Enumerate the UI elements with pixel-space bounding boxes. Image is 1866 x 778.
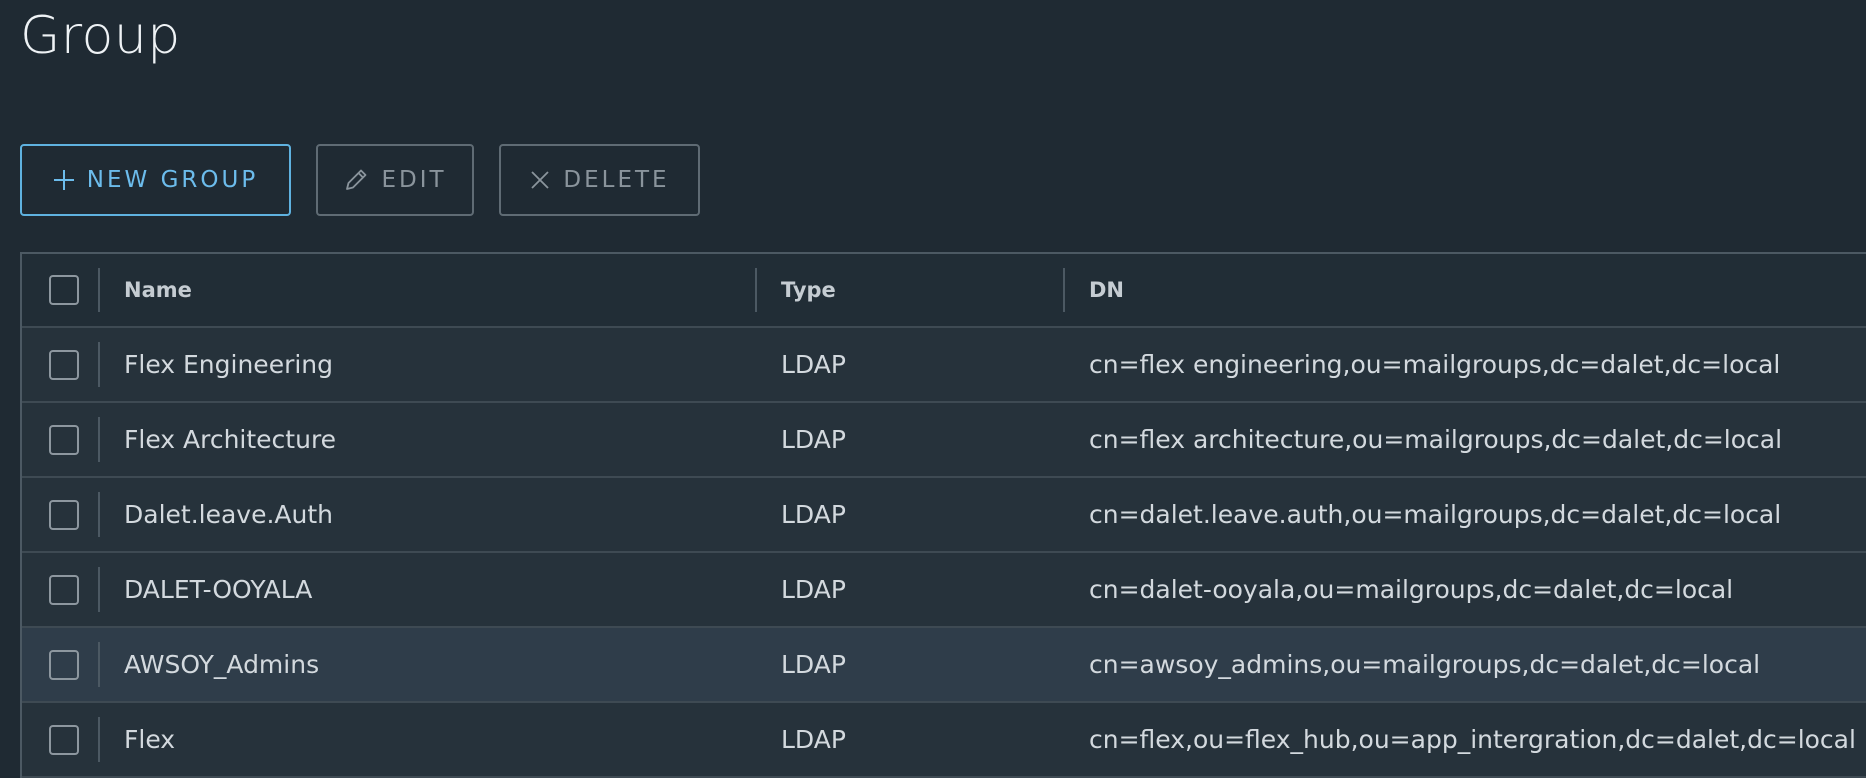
table-row[interactable]: Dalet.leave.Auth LDAP cn=dalet.leave.aut…	[22, 478, 1866, 553]
row-name: DALET-OOYALA	[124, 575, 313, 604]
edit-button[interactable]: EDIT	[316, 144, 474, 216]
row-dn: cn=flex engineering,ou=mailgroups,dc=dal…	[1089, 350, 1781, 379]
row-checkbox[interactable]	[49, 649, 79, 680]
table-row[interactable]: AWSOY_Admins LDAP cn=awsoy_admins,ou=mai…	[22, 628, 1866, 703]
row-checkbox[interactable]	[49, 724, 79, 755]
new-group-button[interactable]: NEW GROUP	[20, 144, 291, 216]
row-name: AWSOY_Admins	[124, 650, 320, 679]
row-name: Flex Engineering	[124, 350, 334, 379]
page-title: Group	[20, 6, 181, 66]
row-select-cell	[22, 628, 100, 701]
select-all-cell	[22, 254, 100, 326]
row-select-cell	[22, 478, 100, 551]
new-group-label: NEW GROUP	[86, 167, 259, 193]
row-type: LDAP	[781, 575, 846, 604]
table-row[interactable]: Flex LDAP cn=flex,ou=flex_hub,ou=app_int…	[22, 703, 1866, 778]
row-checkbox[interactable]	[49, 574, 79, 605]
row-select-cell	[22, 403, 100, 476]
row-select-cell	[22, 553, 100, 626]
edit-label: EDIT	[381, 167, 447, 193]
group-table: Name Type DN Flex Engineering LDAP cn=fl…	[20, 252, 1866, 778]
row-type: LDAP	[781, 425, 846, 454]
delete-label: DELETE	[563, 167, 670, 193]
row-dn: cn=flex,ou=flex_hub,ou=app_intergration,…	[1089, 725, 1856, 754]
close-icon	[529, 169, 551, 191]
select-all-checkbox[interactable]	[49, 275, 79, 305]
table-header: Name Type DN	[22, 254, 1866, 328]
delete-button[interactable]: DELETE	[499, 144, 700, 216]
row-checkbox[interactable]	[49, 499, 79, 530]
row-type: LDAP	[781, 650, 846, 679]
row-type: LDAP	[781, 350, 846, 379]
column-header-dn[interactable]: DN	[1065, 254, 1866, 326]
table-row[interactable]: Flex Architecture LDAP cn=flex architect…	[22, 403, 1866, 478]
row-name: Flex	[124, 725, 176, 754]
row-dn: cn=dalet.leave.auth,ou=mailgroups,dc=dal…	[1089, 500, 1782, 529]
row-type: LDAP	[781, 500, 846, 529]
toolbar: NEW GROUP EDIT DELETE	[20, 144, 700, 216]
column-header-type[interactable]: Type	[757, 254, 1065, 326]
row-dn: cn=flex architecture,ou=mailgroups,dc=da…	[1089, 425, 1783, 454]
plus-icon	[53, 169, 75, 191]
table-row[interactable]: Flex Engineering LDAP cn=flex engineerin…	[22, 328, 1866, 403]
column-header-name[interactable]: Name	[100, 254, 757, 326]
row-checkbox[interactable]	[49, 349, 79, 380]
row-select-cell	[22, 328, 100, 401]
row-dn: cn=awsoy_admins,ou=mailgroups,dc=dalet,d…	[1089, 650, 1761, 679]
row-type: LDAP	[781, 725, 846, 754]
row-dn: cn=dalet-ooyala,ou=mailgroups,dc=dalet,d…	[1089, 575, 1734, 604]
row-name: Flex Architecture	[124, 425, 337, 454]
pencil-icon	[343, 167, 369, 193]
table-row[interactable]: DALET-OOYALA LDAP cn=dalet-ooyala,ou=mai…	[22, 553, 1866, 628]
row-select-cell	[22, 703, 100, 776]
row-name: Dalet.leave.Auth	[124, 500, 334, 529]
row-checkbox[interactable]	[49, 424, 79, 455]
